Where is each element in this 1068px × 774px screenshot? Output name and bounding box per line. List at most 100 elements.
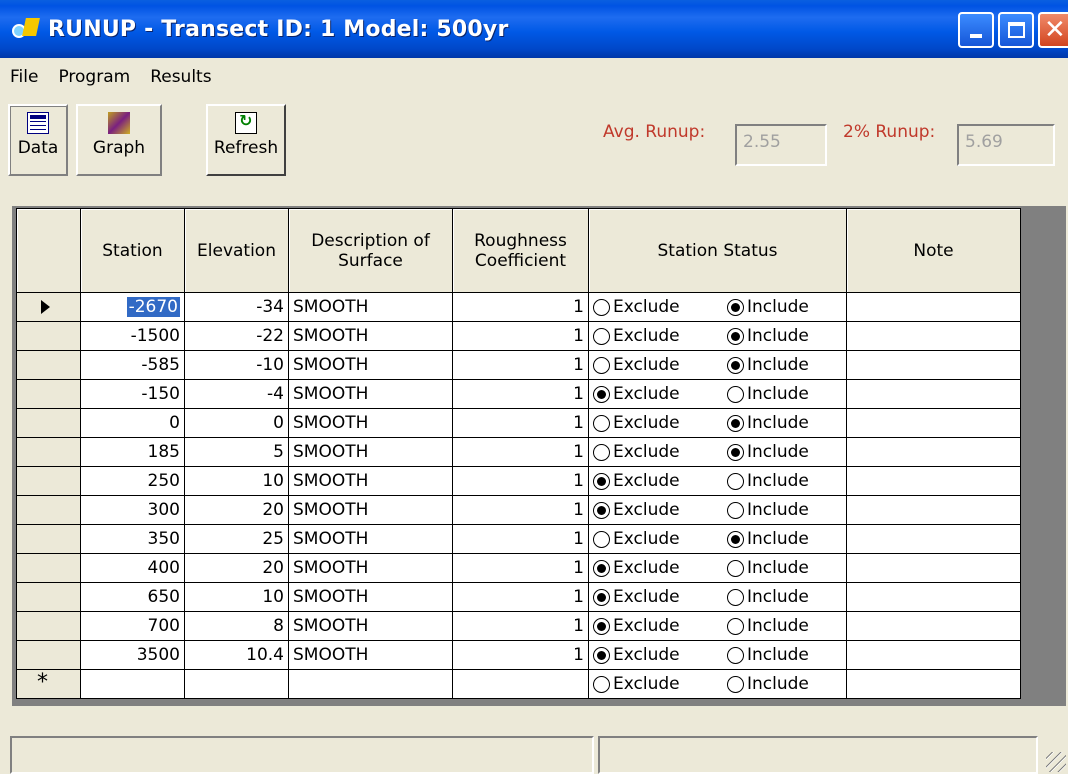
cell-station[interactable]: -2670 xyxy=(80,292,185,322)
table-row[interactable]: 350 25 SMOOTH 1 Exclude Include xyxy=(16,524,1021,554)
status-option-exclude[interactable]: Exclude xyxy=(593,297,680,317)
radio-exclude-icon[interactable] xyxy=(593,559,610,577)
status-option-exclude[interactable]: Exclude xyxy=(593,529,680,549)
cell-elevation[interactable]: 10 xyxy=(184,466,289,496)
row-selector[interactable] xyxy=(16,611,81,641)
status-option-exclude[interactable]: Exclude xyxy=(593,471,680,491)
radio-include-icon[interactable] xyxy=(727,675,744,693)
cell-surface[interactable]: SMOOTH xyxy=(288,553,453,583)
cell-station[interactable]: -1500 xyxy=(80,321,185,351)
radio-exclude-icon[interactable] xyxy=(593,443,610,461)
cell-elevation[interactable]: 0 xyxy=(184,408,289,438)
status-option-include[interactable]: Include xyxy=(727,471,809,491)
radio-include-icon[interactable] xyxy=(727,356,744,374)
cell-roughness[interactable]: 1 xyxy=(452,524,589,554)
status-option-exclude[interactable]: Exclude xyxy=(593,587,680,607)
cell-elevation[interactable]: 10.4 xyxy=(184,640,289,670)
menu-file[interactable]: File xyxy=(10,67,38,87)
cell-surface[interactable]: SMOOTH xyxy=(288,466,453,496)
cell-note[interactable] xyxy=(846,379,1021,409)
cell-elevation[interactable]: 20 xyxy=(184,495,289,525)
close-button[interactable]: ✕ xyxy=(1038,12,1068,48)
cell-roughness[interactable] xyxy=(452,669,589,699)
radio-exclude-icon[interactable] xyxy=(593,327,610,345)
cell-note[interactable] xyxy=(846,611,1021,641)
radio-include-icon[interactable] xyxy=(727,327,744,345)
radio-include-icon[interactable] xyxy=(727,646,744,664)
row-selector[interactable] xyxy=(16,553,81,583)
cell-elevation[interactable]: -10 xyxy=(184,350,289,380)
status-option-include[interactable]: Include xyxy=(727,413,809,433)
cell-station[interactable]: 700 xyxy=(80,611,185,641)
radio-exclude-icon[interactable] xyxy=(593,530,610,548)
cell-elevation[interactable]: -4 xyxy=(184,379,289,409)
radio-exclude-icon[interactable] xyxy=(593,646,610,664)
cell-note[interactable] xyxy=(846,321,1021,351)
cell-surface[interactable]: SMOOTH xyxy=(288,611,453,641)
maximize-button[interactable] xyxy=(998,12,1034,48)
row-selector[interactable] xyxy=(16,495,81,525)
cell-surface[interactable]: SMOOTH xyxy=(288,350,453,380)
cell-station[interactable]: 300 xyxy=(80,495,185,525)
cell-surface[interactable]: SMOOTH xyxy=(288,582,453,612)
table-row[interactable]: -150 -4 SMOOTH 1 Exclude Include xyxy=(16,379,1021,409)
table-row[interactable]: 650 10 SMOOTH 1 Exclude Include xyxy=(16,582,1021,612)
status-option-exclude[interactable]: Exclude xyxy=(593,558,680,578)
cell-station[interactable]: 400 xyxy=(80,553,185,583)
cell-surface[interactable]: SMOOTH xyxy=(288,495,453,525)
table-row[interactable]: 400 20 SMOOTH 1 Exclude Include xyxy=(16,553,1021,583)
cell-surface[interactable]: SMOOTH xyxy=(288,640,453,670)
radio-include-icon[interactable] xyxy=(727,443,744,461)
status-option-exclude[interactable]: Exclude xyxy=(593,442,680,462)
status-option-include[interactable]: Include xyxy=(727,616,809,636)
column-header-elevation[interactable]: Elevation xyxy=(184,208,289,293)
row-selector[interactable] xyxy=(16,640,81,670)
cell-roughness[interactable]: 1 xyxy=(452,495,589,525)
radio-include-icon[interactable] xyxy=(727,501,744,519)
cell-note[interactable] xyxy=(846,350,1021,380)
cell-surface[interactable]: SMOOTH xyxy=(288,321,453,351)
cell-elevation[interactable]: 5 xyxy=(184,437,289,467)
radio-exclude-icon[interactable] xyxy=(593,356,610,374)
status-option-exclude[interactable]: Exclude xyxy=(593,645,680,665)
cell-roughness[interactable]: 1 xyxy=(452,437,589,467)
cell-roughness[interactable]: 1 xyxy=(452,292,589,322)
radio-include-icon[interactable] xyxy=(727,588,744,606)
cell-roughness[interactable]: 1 xyxy=(452,408,589,438)
radio-exclude-icon[interactable] xyxy=(593,588,610,606)
row-selector[interactable] xyxy=(16,582,81,612)
menu-results[interactable]: Results xyxy=(150,67,211,87)
cell-note[interactable] xyxy=(846,292,1021,322)
cell-surface[interactable]: SMOOTH xyxy=(288,437,453,467)
cell-elevation[interactable]: -22 xyxy=(184,321,289,351)
cell-note[interactable] xyxy=(846,437,1021,467)
status-option-exclude[interactable]: Exclude xyxy=(593,674,680,694)
status-option-include[interactable]: Include xyxy=(727,442,809,462)
cell-station[interactable] xyxy=(80,669,185,699)
status-option-include[interactable]: Include xyxy=(727,326,809,346)
status-option-include[interactable]: Include xyxy=(727,384,809,404)
radio-include-icon[interactable] xyxy=(727,298,744,316)
cell-surface[interactable]: SMOOTH xyxy=(288,292,453,322)
table-row[interactable]: 185 5 SMOOTH 1 Exclude Include xyxy=(16,437,1021,467)
cell-note[interactable] xyxy=(846,408,1021,438)
status-option-include[interactable]: Include xyxy=(727,500,809,520)
status-option-include[interactable]: Include xyxy=(727,645,809,665)
cell-note[interactable] xyxy=(846,582,1021,612)
radio-include-icon[interactable] xyxy=(727,414,744,432)
cell-elevation[interactable]: 25 xyxy=(184,524,289,554)
status-option-exclude[interactable]: Exclude xyxy=(593,326,680,346)
two-pct-runup-field[interactable]: 5.69 xyxy=(957,124,1055,166)
cell-station[interactable]: 650 xyxy=(80,582,185,612)
refresh-button[interactable]: Refresh xyxy=(206,104,286,176)
column-header-station[interactable]: Station xyxy=(80,208,185,293)
cell-elevation[interactable]: 20 xyxy=(184,553,289,583)
column-header-roughness[interactable]: Roughness Coefficient xyxy=(452,208,589,293)
cell-note[interactable] xyxy=(846,495,1021,525)
status-option-exclude[interactable]: Exclude xyxy=(593,384,680,404)
table-row[interactable]: -585 -10 SMOOTH 1 Exclude Include xyxy=(16,350,1021,380)
radio-exclude-icon[interactable] xyxy=(593,472,610,490)
row-selector[interactable] xyxy=(16,466,81,496)
radio-include-icon[interactable] xyxy=(727,617,744,635)
cell-surface[interactable]: SMOOTH xyxy=(288,524,453,554)
